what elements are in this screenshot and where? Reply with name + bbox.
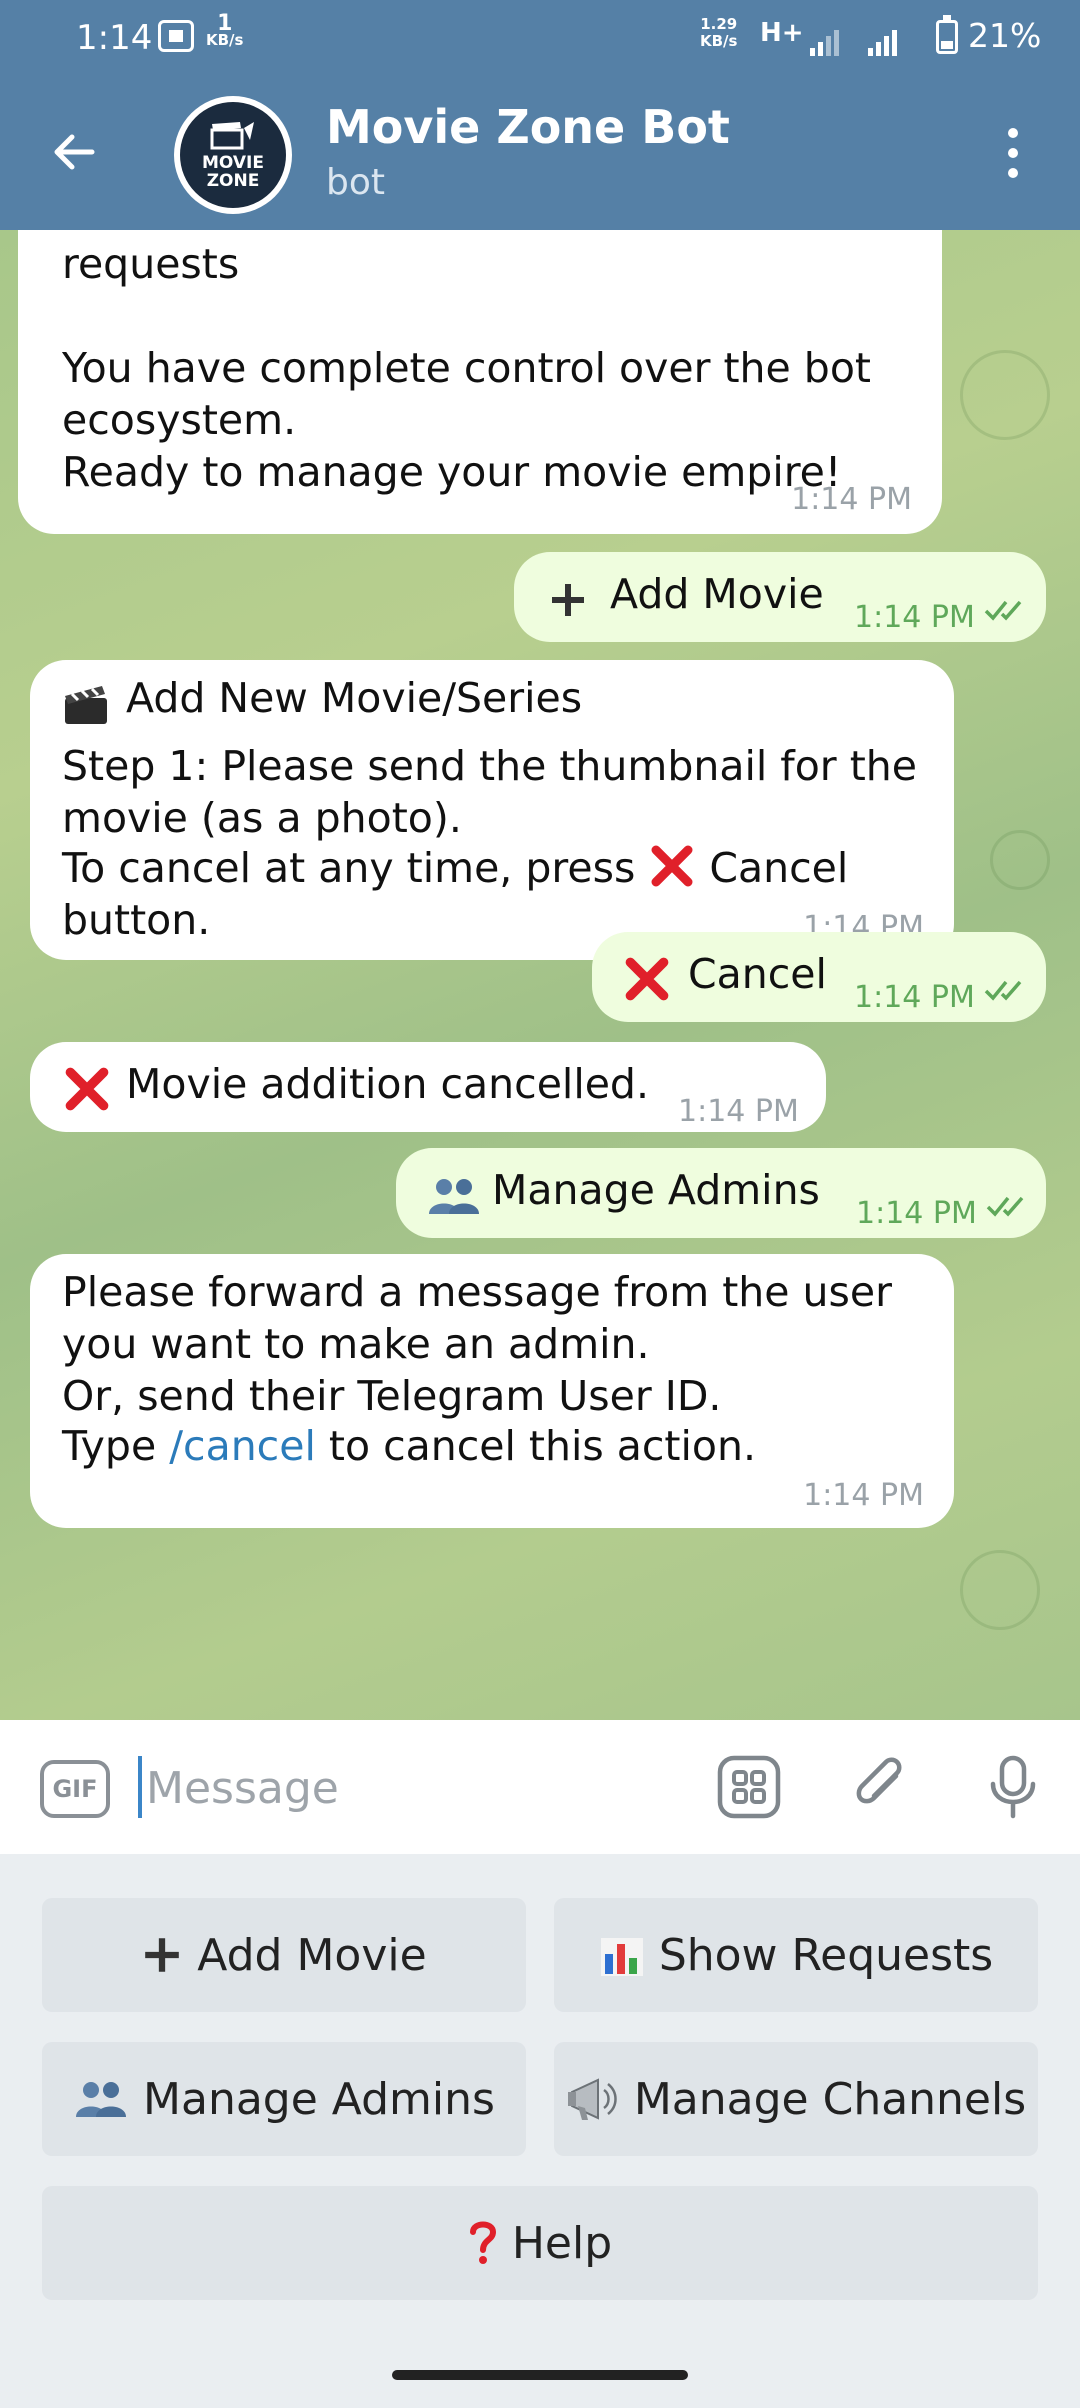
cross-mark-icon bbox=[651, 845, 693, 887]
chat-subtitle: bot bbox=[326, 162, 385, 203]
bot-keyboard-icon[interactable] bbox=[716, 1754, 782, 1820]
message-text-line: button. bbox=[62, 896, 211, 944]
net-speed-left: 1 KB/s bbox=[206, 11, 244, 49]
message-outgoing[interactable]: Cancel 1:14 PM bbox=[592, 932, 1046, 1022]
message-title: Add New Movie/Series bbox=[126, 674, 583, 722]
status-bar: 1:14 1 KB/s 1.29 KB/s H+ 21% bbox=[0, 0, 1080, 78]
cross-mark-icon bbox=[625, 957, 669, 1001]
button-label: Add Movie bbox=[197, 1929, 427, 1981]
button-label: Manage Channels bbox=[633, 2073, 1027, 2125]
background-doodle bbox=[960, 1550, 1040, 1630]
message-time: 1:14 PM bbox=[854, 600, 975, 635]
read-checks-icon bbox=[984, 980, 1022, 1001]
message-text-line: To cancel at any time, press Cancel bbox=[62, 844, 849, 892]
message-time: 1:14 PM bbox=[854, 980, 975, 1015]
message-time: 1:14 PM bbox=[803, 1478, 924, 1513]
add-movie-button[interactable]: Add Movie bbox=[42, 1898, 526, 2012]
chat-area[interactable]: requests You have complete control over … bbox=[0, 230, 1080, 1720]
message-outgoing[interactable]: Manage Admins 1:14 PM bbox=[396, 1148, 1046, 1238]
signal-icon-2 bbox=[868, 30, 897, 56]
read-checks-icon bbox=[986, 1196, 1024, 1217]
people-icon bbox=[76, 2082, 127, 2117]
clapper-icon bbox=[65, 686, 107, 724]
message-incoming[interactable]: requests You have complete control over … bbox=[18, 230, 942, 534]
bot-avatar[interactable]: MOVIE ZONE bbox=[174, 96, 292, 214]
chat-title[interactable]: Movie Zone Bot bbox=[326, 100, 730, 154]
clapperboard-icon bbox=[210, 122, 254, 150]
manage-channels-button[interactable]: Manage Channels bbox=[554, 2042, 1038, 2156]
message-text: Please forward a message from the user y… bbox=[62, 1268, 892, 1420]
back-arrow-icon[interactable] bbox=[48, 126, 100, 178]
plus-icon bbox=[552, 584, 584, 616]
button-label: Manage Admins bbox=[143, 2073, 495, 2125]
gif-button[interactable]: GIF bbox=[40, 1760, 110, 1818]
home-indicator[interactable] bbox=[392, 2370, 688, 2380]
help-button[interactable]: Help bbox=[42, 2186, 1038, 2300]
status-time: 1:14 bbox=[76, 18, 153, 58]
message-incoming[interactable]: Movie addition cancelled. 1:14 PM bbox=[30, 1042, 826, 1132]
question-mark-icon bbox=[469, 2221, 496, 2264]
battery-percent: 21% bbox=[968, 16, 1042, 55]
bot-reply-keyboard: Add Movie Show Requests Manage Admins Ma… bbox=[0, 1854, 1080, 2408]
network-type: H+ bbox=[760, 18, 804, 48]
net-speed-right: 1.29 KB/s bbox=[700, 15, 738, 50]
text-cursor bbox=[138, 1756, 142, 1818]
app-header: 1:14 1 KB/s 1.29 KB/s H+ 21% MOVIE ZONE … bbox=[0, 0, 1080, 230]
message-input-bar: GIF bbox=[0, 1720, 1080, 1854]
message-input[interactable] bbox=[146, 1748, 666, 1828]
people-icon bbox=[429, 1179, 479, 1214]
read-checks-icon bbox=[984, 600, 1022, 621]
background-doodle bbox=[990, 830, 1050, 890]
message-time: 1:14 PM bbox=[791, 482, 912, 517]
bar-chart-icon bbox=[600, 1938, 643, 1976]
message-incoming[interactable]: Add New Movie/Series Step 1: Please send… bbox=[30, 660, 954, 960]
message-text: requests You have complete control over … bbox=[62, 240, 871, 496]
message-text: Movie addition cancelled. bbox=[126, 1060, 649, 1108]
battery-icon bbox=[936, 15, 958, 54]
button-label: Show Requests bbox=[658, 1929, 994, 1981]
notification-app-icon bbox=[158, 20, 194, 52]
message-outgoing[interactable]: Add Movie 1:14 PM bbox=[514, 552, 1046, 642]
message-text: Step 1: Please send the thumbnail for th… bbox=[62, 742, 917, 842]
message-text: Manage Admins bbox=[492, 1166, 820, 1214]
message-incoming[interactable]: Please forward a message from the user y… bbox=[30, 1254, 954, 1528]
status-right-group: 1.29 KB/s H+ 21% bbox=[700, 15, 1080, 62]
signal-icon-1 bbox=[810, 30, 839, 56]
more-options-icon[interactable] bbox=[1000, 128, 1028, 178]
background-doodle bbox=[960, 350, 1050, 440]
button-label: Help bbox=[511, 2217, 613, 2269]
avatar-text-zone: ZONE bbox=[206, 171, 260, 191]
avatar-text-movie: MOVIE bbox=[201, 153, 264, 173]
message-text: Add Movie bbox=[610, 570, 824, 618]
megaphone-icon bbox=[567, 2078, 617, 2120]
message-text-line: Type /cancel to cancel this action. bbox=[62, 1422, 756, 1470]
cancel-command-link[interactable]: /cancel bbox=[169, 1422, 316, 1470]
message-time: 1:14 PM bbox=[678, 1094, 799, 1129]
message-time: 1:14 PM bbox=[856, 1196, 977, 1231]
plus-icon bbox=[145, 1938, 180, 1972]
microphone-icon[interactable] bbox=[980, 1754, 1046, 1820]
message-text: Cancel bbox=[688, 950, 827, 998]
manage-admins-button[interactable]: Manage Admins bbox=[42, 2042, 526, 2156]
attach-paperclip-icon[interactable] bbox=[848, 1754, 914, 1820]
show-requests-button[interactable]: Show Requests bbox=[554, 1898, 1038, 2012]
cross-mark-icon bbox=[65, 1067, 109, 1111]
